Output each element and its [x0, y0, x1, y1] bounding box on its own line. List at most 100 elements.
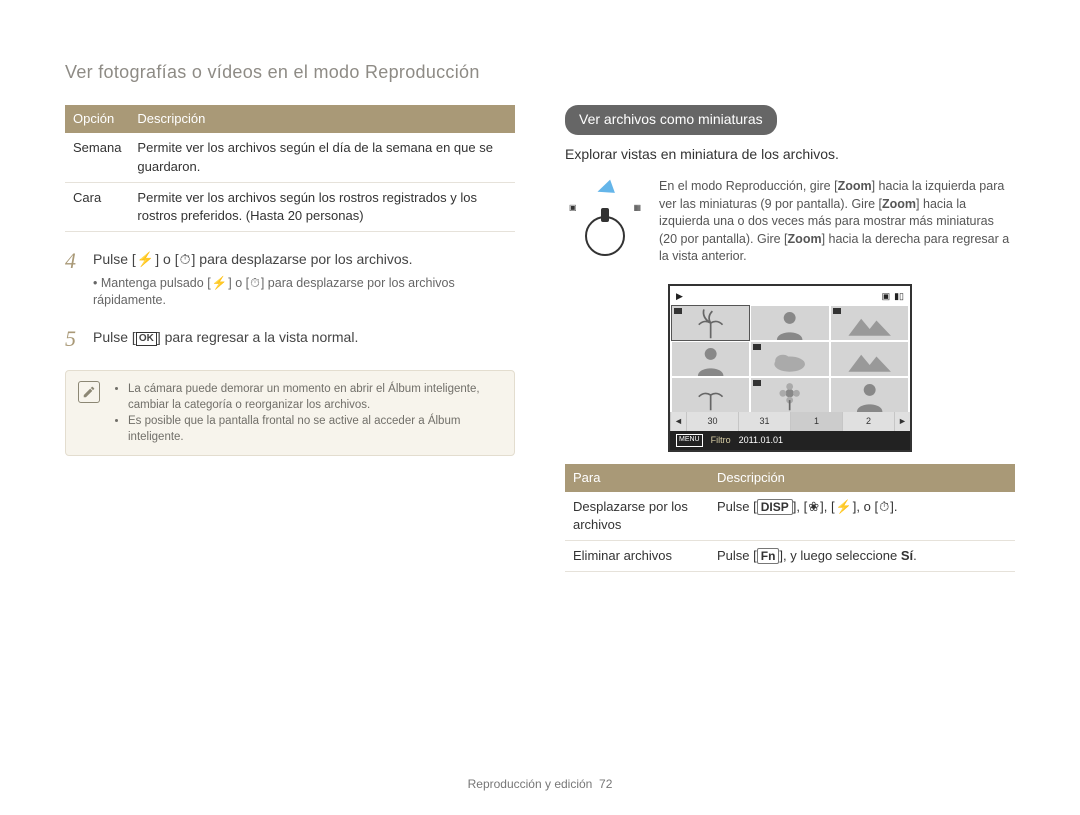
text: En el modo Reproducción, gire [ — [659, 179, 838, 193]
battery-icon: ▮▯ — [894, 290, 904, 303]
timer-icon: ⏱ — [179, 251, 192, 267]
zoom-label: Zoom — [838, 179, 872, 193]
date-cell: 30 — [686, 412, 738, 431]
text: ] para desplazarse por los archivos. — [192, 251, 413, 267]
text: ], [ — [820, 499, 834, 514]
step-bullet: • Mantenga pulsado [⚡] o [⏱] para despla… — [93, 275, 515, 310]
text: Pulse [ — [93, 251, 136, 267]
th-option: Opción — [65, 105, 129, 133]
fn-button-label: Fn — [757, 548, 780, 564]
camera-icon — [753, 380, 761, 386]
palm-icon — [672, 306, 749, 340]
camera-icon — [753, 344, 761, 350]
th-desc: Descripción — [709, 464, 1015, 492]
footer-section: Reproducción y edición — [468, 777, 593, 791]
camera-icon — [833, 308, 841, 314]
section-pill: Ver archivos como miniaturas — [565, 105, 777, 135]
ok-icon: OK — [136, 332, 157, 346]
date-cell: 1 — [790, 412, 842, 431]
thumb-cell — [751, 306, 828, 340]
zoom-label: Zoom — [882, 197, 916, 211]
zoom-dial-icon: ▣ ▦ — [565, 178, 645, 255]
nav-right-icon: ► — [894, 412, 910, 431]
text: Pulse [ — [717, 499, 757, 514]
th-para: Para — [565, 464, 709, 492]
yes-label: Sí — [901, 548, 913, 563]
thumbnail-preview: ▶ ▣ ▮▯ — [668, 284, 912, 452]
palm-icon — [672, 378, 749, 412]
play-icon: ▶ — [676, 290, 683, 303]
camera-icon — [674, 308, 682, 314]
left-column: Opción Descripción Semana Permite ver lo… — [65, 105, 515, 572]
date-cell: 2 — [842, 412, 894, 431]
step-body: Pulse [⚡] o [⏱] para desplazarse por los… — [93, 250, 515, 310]
page-footer: Reproducción y edición 72 — [0, 776, 1080, 793]
text: Pulse [ — [717, 548, 757, 563]
cell-desc: Pulse [Fn], y luego seleccione Sí. — [709, 541, 1015, 572]
cell-para: Desplazarse por los archivos — [565, 492, 709, 541]
filter-label: Filtro — [711, 434, 731, 447]
text: ] para regresar a la vista normal. — [157, 329, 359, 345]
text: ]. — [890, 499, 897, 514]
step-body: Pulse [OK] para regresar a la vista norm… — [93, 328, 515, 350]
text: ] o [ — [228, 276, 249, 290]
step-4: 4 Pulse [⚡] o [⏱] para desplazarse por l… — [65, 250, 515, 310]
table-row: Desplazarse por los archivos Pulse [DISP… — [565, 492, 1015, 541]
text: ], [ — [793, 499, 807, 514]
flash-icon: ⚡ — [136, 251, 155, 267]
timer-icon: ⏱ — [878, 499, 890, 514]
thumb-cell — [831, 306, 908, 340]
text: . — [913, 548, 917, 563]
cell-para: Eliminar archivos — [565, 541, 709, 572]
person-icon — [831, 378, 908, 412]
flower-icon — [751, 378, 828, 412]
thumb-cell — [672, 342, 749, 376]
note-icon — [78, 381, 100, 403]
timer-icon: ⏱ — [249, 276, 261, 290]
cloud-icon — [751, 342, 828, 376]
nav-left-icon: ◄ — [670, 412, 686, 431]
person-icon — [751, 306, 828, 340]
cell-desc: Pulse [DISP], [❀], [⚡], o [⏱]. — [709, 492, 1015, 541]
cell-option: Cara — [65, 182, 129, 231]
right-column: Ver archivos como miniaturas Explorar vi… — [565, 105, 1015, 572]
text: Mantenga pulsado [ — [101, 276, 211, 290]
step-number: 4 — [65, 250, 83, 310]
manual-page: Ver fotografías o vídeos en el modo Repr… — [0, 0, 1080, 815]
thumb-cell — [751, 342, 828, 376]
text: Pulse [ — [93, 329, 136, 345]
thumb-cell — [751, 378, 828, 412]
table-row: Semana Permite ver los archivos según el… — [65, 133, 515, 182]
thumb-9-icon: ▣ — [569, 202, 577, 213]
flash-icon: ⚡ — [211, 276, 229, 290]
note-item: Es posible que la pantalla frontal no se… — [128, 413, 502, 445]
date-label: 2011.01.01 — [739, 434, 783, 447]
text: ], y luego seleccione — [779, 548, 900, 563]
th-desc: Descripción — [129, 105, 515, 133]
note-box: La cámara puede demorar un momento en ab… — [65, 370, 515, 456]
zoom-label: Zoom — [788, 232, 822, 246]
table-row: Eliminar archivos Pulse [Fn], y luego se… — [565, 541, 1015, 572]
thumb-cell — [831, 342, 908, 376]
step-number: 5 — [65, 328, 83, 350]
zoom-instruction: ▣ ▦ En el modo Reproducción, gire [Zoom]… — [565, 178, 1015, 266]
thumb-cell — [672, 378, 749, 412]
camera-icon: ▣ — [882, 290, 891, 303]
options-table: Opción Descripción Semana Permite ver lo… — [65, 105, 515, 232]
text: ] o [ — [155, 251, 178, 267]
mountain-icon — [831, 342, 908, 376]
section-subtext: Explorar vistas en miniatura de los arch… — [565, 145, 1015, 165]
mountain-icon — [831, 306, 908, 340]
pencil-icon — [82, 385, 96, 399]
cell-desc: Permite ver los archivos según los rostr… — [129, 182, 515, 231]
actions-table: Para Descripción Desplazarse por los arc… — [565, 464, 1015, 573]
table-row: Cara Permite ver los archivos según los … — [65, 182, 515, 231]
date-cell: 31 — [738, 412, 790, 431]
flash-icon: ⚡ — [835, 499, 853, 514]
macro-icon: ❀ — [807, 499, 820, 514]
zoom-text: En el modo Reproducción, gire [Zoom] hac… — [659, 178, 1015, 266]
step-5: 5 Pulse [OK] para regresar a la vista no… — [65, 328, 515, 350]
footer-page: 72 — [599, 777, 612, 791]
note-item: La cámara puede demorar un momento en ab… — [128, 381, 502, 413]
cell-option: Semana — [65, 133, 129, 182]
